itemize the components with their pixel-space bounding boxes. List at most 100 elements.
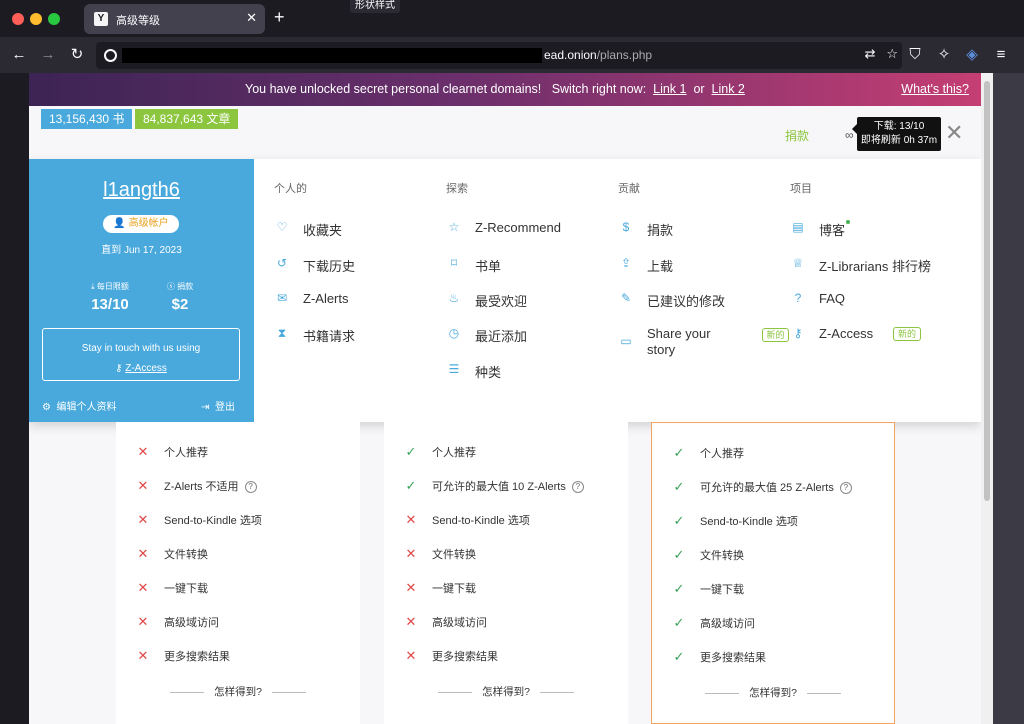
window-close-button[interactable]: [12, 13, 24, 25]
shield-icon[interactable]: ⛉: [905, 45, 925, 65]
window-minimize-button[interactable]: [30, 13, 42, 25]
whats-this-link[interactable]: What's this?: [901, 73, 969, 106]
cross-icon: ✕: [405, 614, 417, 629]
pencil-icon: ✎: [620, 291, 632, 305]
help-icon[interactable]: ?: [571, 481, 584, 494]
new-tab-button[interactable]: +: [274, 7, 285, 28]
how-to-get[interactable]: 怎样得到?: [116, 684, 360, 699]
new-dot-indicator: [846, 220, 851, 224]
upload-icon: ⇪: [620, 256, 632, 270]
premium-badge: 👤 高级帐户: [103, 215, 179, 233]
feature-conversion: ✕ 文件转换: [136, 546, 208, 562]
scrollbar-thumb[interactable]: [984, 81, 990, 501]
trophy-icon: ♕: [792, 256, 804, 270]
feature-recommendations: ✓ 个人推荐: [404, 444, 476, 460]
question-icon: ?: [794, 291, 802, 305]
broom-icon[interactable]: ✧: [934, 45, 954, 65]
bookmark-icon: ⌑: [450, 256, 458, 270]
menu-item-upload-label: 上载: [647, 259, 674, 274]
list-icon: ☰: [448, 362, 460, 376]
feature-label: 可允许的最大值 10 Z-Alerts: [432, 481, 566, 493]
daily-limit: ⤓ 每日限额 13/10: [75, 281, 145, 313]
feature-label: 高级域访问: [432, 617, 487, 629]
url-bar[interactable]: ead.onion/plans.php ⇄ ☆: [96, 42, 902, 69]
menu-item-blog-label: 博客: [819, 223, 846, 238]
username-link[interactable]: l1angth6: [29, 179, 254, 202]
dollar-icon: $: [622, 220, 630, 234]
key-icon: ⚷: [793, 326, 803, 340]
z-access-link[interactable]: Z-Access: [125, 363, 167, 374]
feature-send-to-kindle: ✕ Send-to-Kindle 选项: [136, 512, 262, 528]
url-actions: ⇄ ☆: [865, 46, 898, 62]
check-icon: ✓: [673, 649, 685, 664]
how-to-get[interactable]: 怎样得到?: [384, 684, 628, 699]
donate-link[interactable]: 捐款: [785, 127, 809, 144]
menu-item-recently-added-label: 最近添加: [475, 329, 528, 344]
donation-label: 捐款: [177, 282, 194, 291]
feature-z-alerts: ✓ 可允许的最大值 25 Z-Alerts?: [672, 479, 852, 495]
browser-tab[interactable]: Y 高级等级 ✕: [84, 4, 265, 34]
reload-icon[interactable]: ↻: [67, 45, 87, 65]
heart-icon: ♡: [276, 220, 288, 234]
mail-icon: ✉: [276, 291, 288, 305]
banner-link-1[interactable]: Link 1: [653, 82, 686, 96]
check-icon: ✓: [673, 513, 685, 528]
browser-tab-bar: Y 高级等级 ✕ + 形状样式: [0, 0, 1024, 37]
feature-label: 更多搜索结果: [164, 651, 230, 663]
extension-icon[interactable]: ◈: [962, 45, 982, 65]
check-icon: ✓: [673, 479, 685, 494]
check-icon: ✓: [405, 478, 417, 493]
new-badge-share-story: 新的: [762, 328, 789, 342]
browser-nav-bar: ← → ↻ ead.onion/plans.php ⇄ ☆ ⛉ ✧ ◈ ≡: [0, 37, 1024, 73]
feature-one-click: ✕ 一键下载: [136, 580, 208, 596]
back-arrow-icon[interactable]: ←: [9, 45, 29, 65]
help-icon[interactable]: ?: [839, 482, 852, 495]
feature-send-to-kindle: ✕ Send-to-Kindle 选项: [404, 512, 530, 528]
menu-item-share-story-label: Share your story: [647, 326, 711, 357]
banner-text: You have unlocked secret personal clearn…: [245, 82, 542, 96]
plan-card-premium: ✓ 个人推荐 ✓ 可允许的最大值 25 Z-Alerts? ✓ Send-to-Kin…: [651, 422, 895, 724]
help-icon[interactable]: ?: [244, 481, 257, 494]
check-icon: ✓: [673, 445, 685, 460]
forward-arrow-icon[interactable]: →: [38, 45, 58, 65]
how-to-get[interactable]: 怎样得到?: [652, 685, 894, 700]
url-path: /plans.php: [596, 48, 653, 62]
feature-one-click: ✓ 一键下载: [672, 581, 744, 597]
menu-item-favorites-label: 收藏夹: [303, 223, 343, 238]
tor-circuit-icon[interactable]: [104, 49, 117, 62]
feature-label: 个人推荐: [432, 447, 476, 459]
feature-label: 一键下载: [432, 583, 476, 595]
banner-link-2[interactable]: Link 2: [712, 82, 745, 96]
donation-amount: ⓢ 捐款 $2: [145, 281, 215, 313]
feature-more-results: ✓ 更多搜索结果: [672, 649, 766, 665]
close-menu-icon[interactable]: ✕: [945, 120, 963, 146]
articles-count-badge: 84,837,643 文章: [135, 109, 239, 129]
donation-value: $2: [171, 296, 189, 313]
feature-one-click: ✕ 一键下载: [404, 580, 476, 596]
hourglass-icon: ⧗: [277, 326, 287, 340]
cross-icon: ✕: [405, 512, 417, 527]
cross-icon: ✕: [137, 648, 149, 663]
menu-icon[interactable]: ≡: [991, 45, 1011, 65]
logout-link[interactable]: ⇥ 登出: [201, 398, 235, 413]
menu-item-most-popular-label: 最受欢迎: [475, 294, 528, 309]
menu-item-donate-label: 捐款: [647, 223, 674, 238]
sparkle-icon: ☆: [448, 220, 460, 234]
banner-message: You have unlocked secret personal clearn…: [245, 73, 745, 106]
window-zoom-button[interactable]: [48, 13, 60, 25]
plan-card-standard: ✓ 个人推荐 ✓ 可允许的最大值 10 Z-Alerts? ✕ Send-to-Kin…: [384, 422, 628, 724]
feature-label: Send-to-Kindle 选项: [432, 515, 530, 527]
clock-icon: ◷: [448, 326, 460, 340]
bookmark-star-icon[interactable]: ☆: [886, 46, 898, 61]
edit-profile-link[interactable]: ⚙ 编辑个人资料: [42, 398, 117, 413]
tab-close-icon[interactable]: ✕: [246, 10, 257, 26]
feature-label: 文件转换: [700, 550, 744, 562]
translate-icon[interactable]: ⇄: [865, 46, 876, 61]
daily-limit-label: 每日限额: [96, 282, 129, 291]
stay-in-touch-box: Stay in touch with us using ⚷ Z-Access: [42, 328, 240, 381]
feature-label: 高级域访问: [164, 617, 219, 629]
check-icon: ✓: [673, 615, 685, 630]
cross-icon: ✕: [137, 444, 149, 459]
page-scrollbar[interactable]: [981, 73, 993, 724]
daily-limit-value: 13/10: [91, 296, 129, 313]
